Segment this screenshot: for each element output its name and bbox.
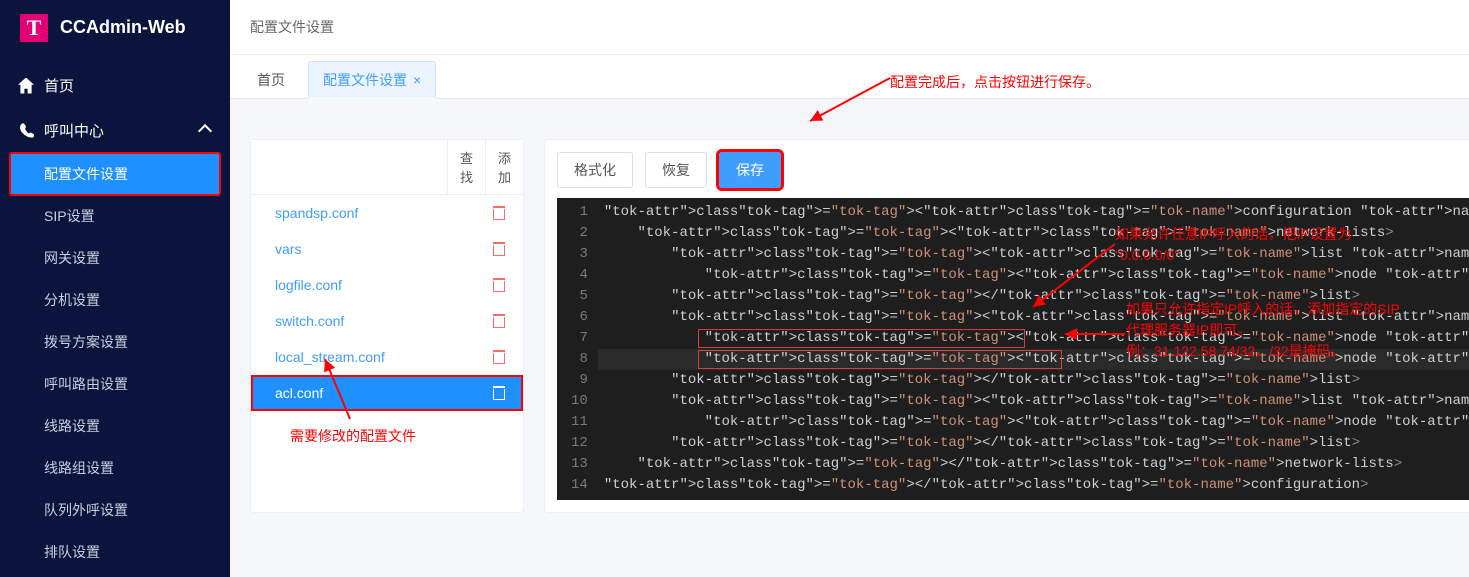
- file-item-label: logfile.conf: [275, 277, 342, 293]
- trash-icon[interactable]: [493, 206, 507, 220]
- nav-submenu: 配置文件设置 SIP设置 网关设置 分机设置 拨号方案设置 呼叫路由设置 线路设…: [0, 153, 230, 573]
- tab-home[interactable]: 首页: [242, 61, 300, 98]
- workspace: 查找 添加 spandsp.conf vars logfile.conf swi…: [230, 99, 1469, 533]
- nav-sub-queue[interactable]: 排队设置: [0, 531, 230, 573]
- file-item-label: switch.conf: [275, 313, 344, 329]
- trash-icon[interactable]: [493, 386, 507, 400]
- editor-panel: 格式化 恢复 保存 1234567891011121314 "tok-attr"…: [544, 139, 1469, 513]
- file-add-button[interactable]: 添加: [485, 140, 523, 194]
- trash-icon[interactable]: [493, 278, 507, 292]
- nav-sub-config[interactable]: 配置文件设置: [10, 153, 220, 195]
- editor-toolbar: 格式化 恢复 保存: [557, 152, 1469, 188]
- nav-callcenter[interactable]: 呼叫中心: [0, 108, 230, 153]
- nav-sub-sip[interactable]: SIP设置: [0, 195, 230, 237]
- file-item-label: vars: [275, 241, 301, 257]
- file-item-label: local_stream.conf: [275, 349, 385, 365]
- topbar: T CCAdmin-Web 配置文件设置: [0, 0, 1469, 55]
- nav-sub-extension[interactable]: 分机设置: [0, 279, 230, 321]
- code-editor[interactable]: 1234567891011121314 "tok-attr">class"tok…: [557, 198, 1469, 500]
- file-item[interactable]: switch.conf: [251, 303, 523, 339]
- file-search-input[interactable]: [251, 140, 447, 194]
- file-item-label: acl.conf: [275, 385, 323, 401]
- file-item[interactable]: spandsp.conf: [251, 195, 523, 231]
- file-item[interactable]: vars: [251, 231, 523, 267]
- file-item-label: spandsp.conf: [275, 205, 358, 221]
- nav-sub-dialplan[interactable]: 拨号方案设置: [0, 321, 230, 363]
- nav-sub-queueout[interactable]: 队列外呼设置: [0, 489, 230, 531]
- nav-callcenter-label: 呼叫中心: [44, 120, 104, 141]
- nav-sub-gateway[interactable]: 网关设置: [0, 237, 230, 279]
- code-body[interactable]: "tok-attr">class"tok-tag">="tok-tag"><"t…: [598, 198, 1469, 500]
- trash-icon[interactable]: [493, 242, 507, 256]
- sidebar: 首页 呼叫中心 配置文件设置 SIP设置 网关设置 分机设置 拨号方案设置 呼叫…: [0, 55, 230, 577]
- content: 首页 配置文件设置 × 查找 添加 spandsp.conf vars logfi…: [230, 55, 1469, 577]
- brand-title: CCAdmin-Web: [60, 17, 186, 38]
- format-button[interactable]: 格式化: [557, 152, 633, 188]
- tab-config-label: 配置文件设置: [323, 72, 407, 88]
- nav-sub-callroute[interactable]: 呼叫路由设置: [0, 363, 230, 405]
- brand-logo: T: [20, 14, 48, 42]
- tab-config[interactable]: 配置文件设置 ×: [308, 61, 436, 99]
- trash-icon[interactable]: [493, 314, 507, 328]
- gutter: 1234567891011121314: [557, 198, 598, 500]
- brand: T CCAdmin-Web: [0, 0, 230, 55]
- file-item[interactable]: logfile.conf: [251, 267, 523, 303]
- file-list: spandsp.conf vars logfile.conf switch.co…: [251, 195, 523, 411]
- file-item[interactable]: local_stream.conf: [251, 339, 523, 375]
- nav-home[interactable]: 首页: [0, 63, 230, 108]
- trash-icon[interactable]: [493, 350, 507, 364]
- file-find-button[interactable]: 查找: [447, 140, 485, 194]
- tabs: 首页 配置文件设置 ×: [230, 55, 1469, 99]
- breadcrumb: 配置文件设置: [230, 0, 1469, 55]
- restore-button[interactable]: 恢复: [645, 152, 707, 188]
- save-button[interactable]: 保存: [719, 152, 781, 188]
- file-panel-head: 查找 添加: [251, 140, 523, 195]
- file-item-selected[interactable]: acl.conf: [251, 375, 523, 411]
- nav-home-label: 首页: [44, 75, 74, 96]
- home-icon: [18, 78, 34, 94]
- file-panel: 查找 添加 spandsp.conf vars logfile.conf swi…: [250, 139, 524, 513]
- phone-icon: [18, 123, 34, 139]
- nav-sub-linegroup[interactable]: 线路组设置: [0, 447, 230, 489]
- nav-sub-line[interactable]: 线路设置: [0, 405, 230, 447]
- tab-close-icon[interactable]: ×: [413, 72, 421, 88]
